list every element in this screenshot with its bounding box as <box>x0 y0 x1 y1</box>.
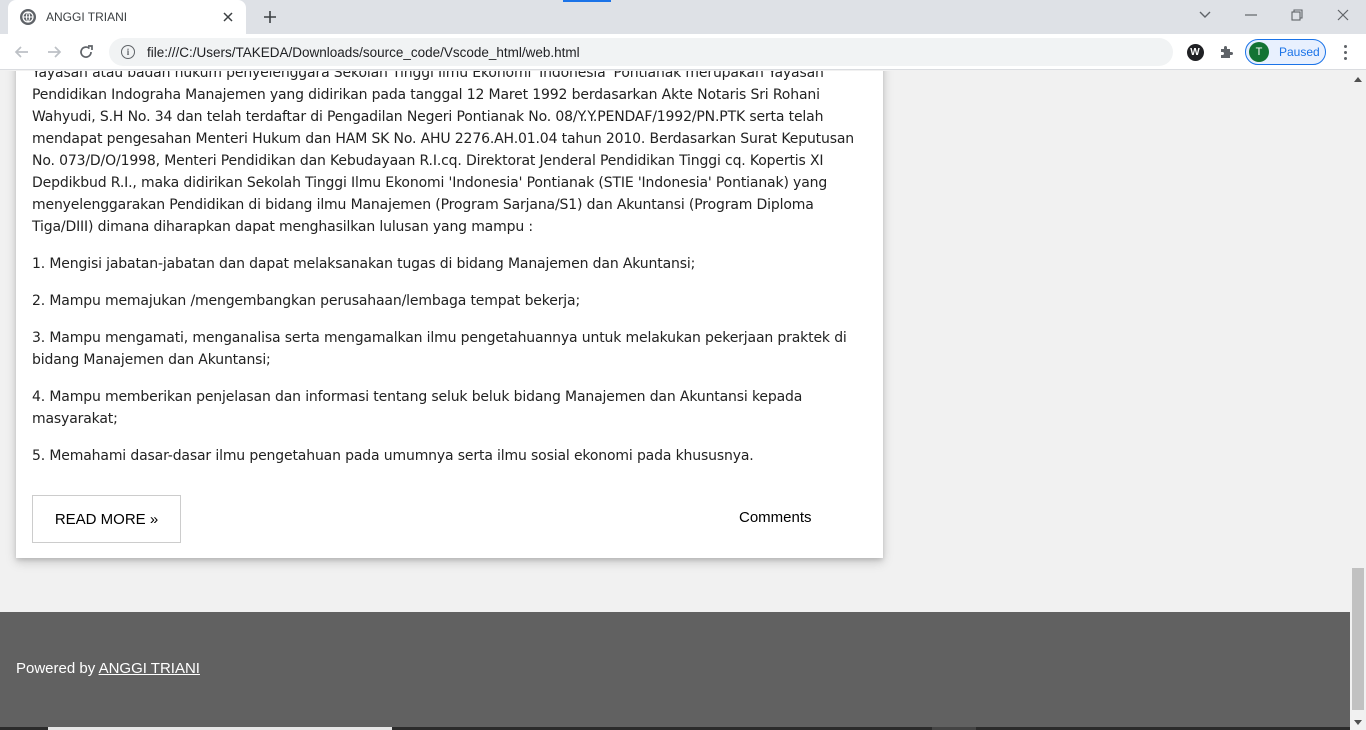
close-icon[interactable] <box>220 9 236 25</box>
info-icon[interactable]: i <box>121 45 135 59</box>
restore-icon[interactable] <box>1284 4 1310 26</box>
profile-button[interactable]: T Paused <box>1245 39 1326 65</box>
arrow-left-icon[interactable] <box>9 39 35 65</box>
read-more-button[interactable]: READ MORE » <box>32 495 181 543</box>
reload-icon[interactable] <box>73 39 99 65</box>
browser-tab[interactable]: ANGGI TRIANI <box>8 0 246 34</box>
powered-by-text: Powered by <box>16 660 96 677</box>
profile-status: Paused <box>1279 45 1320 59</box>
article-card: Yayasan atau badan hukum penyelenggara S… <box>16 71 883 558</box>
plus-icon[interactable] <box>258 6 282 28</box>
w-extension-icon[interactable]: W <box>1185 42 1205 62</box>
list-item: 4. Mampu memberikan penjelasan dan infor… <box>32 389 803 427</box>
globe-icon <box>20 9 36 25</box>
arrow-right-icon[interactable] <box>41 39 67 65</box>
scroll-up-arrow-icon[interactable] <box>1350 71 1366 87</box>
tab-title: ANGGI TRIANI <box>46 10 128 24</box>
scroll-thumb[interactable] <box>1352 568 1364 710</box>
url-text[interactable]: file:///C:/Users/TAKEDA/Downloads/source… <box>147 45 580 60</box>
list-item: 2. Mampu memajukan /mengembangkan perusa… <box>32 293 581 309</box>
author-link[interactable]: ANGGI TRIANI <box>99 660 200 677</box>
avatar: T <box>1249 42 1269 62</box>
article-body: Yayasan atau badan hukum penyelenggara S… <box>32 71 862 482</box>
tab-loading-indicator <box>563 0 611 2</box>
minimize-icon[interactable] <box>1238 4 1264 26</box>
page-viewport: Yayasan atau badan hukum penyelenggara S… <box>0 71 1350 730</box>
article-intro: Yayasan atau badan hukum penyelenggara S… <box>32 71 855 235</box>
list-item: 3. Mampu mengamati, menganalisa serta me… <box>32 330 847 368</box>
address-bar[interactable]: i file:///C:/Users/TAKEDA/Downloads/sour… <box>109 38 1173 66</box>
puzzle-icon[interactable] <box>1216 42 1236 62</box>
footer-credit: Powered by ANGGI TRIANI <box>16 660 200 677</box>
browser-toolbar: i file:///C:/Users/TAKEDA/Downloads/sour… <box>0 34 1366 70</box>
comments-link[interactable]: Comments <box>739 509 812 526</box>
list-item: 1. Mengisi jabatan-jabatan dan dapat mel… <box>32 256 696 272</box>
tab-strip: ANGGI TRIANI <box>0 0 1366 34</box>
list-item: 5. Memahami dasar-dasar ilmu pengetahuan… <box>32 448 754 464</box>
chevron-down-icon[interactable] <box>1192 4 1218 26</box>
vertical-scrollbar[interactable] <box>1350 71 1366 730</box>
scroll-down-arrow-icon[interactable] <box>1350 714 1366 730</box>
page-footer: Powered by ANGGI TRIANI <box>0 612 1350 730</box>
kebab-menu-icon[interactable] <box>1335 42 1355 62</box>
close-window-icon[interactable] <box>1330 4 1356 26</box>
